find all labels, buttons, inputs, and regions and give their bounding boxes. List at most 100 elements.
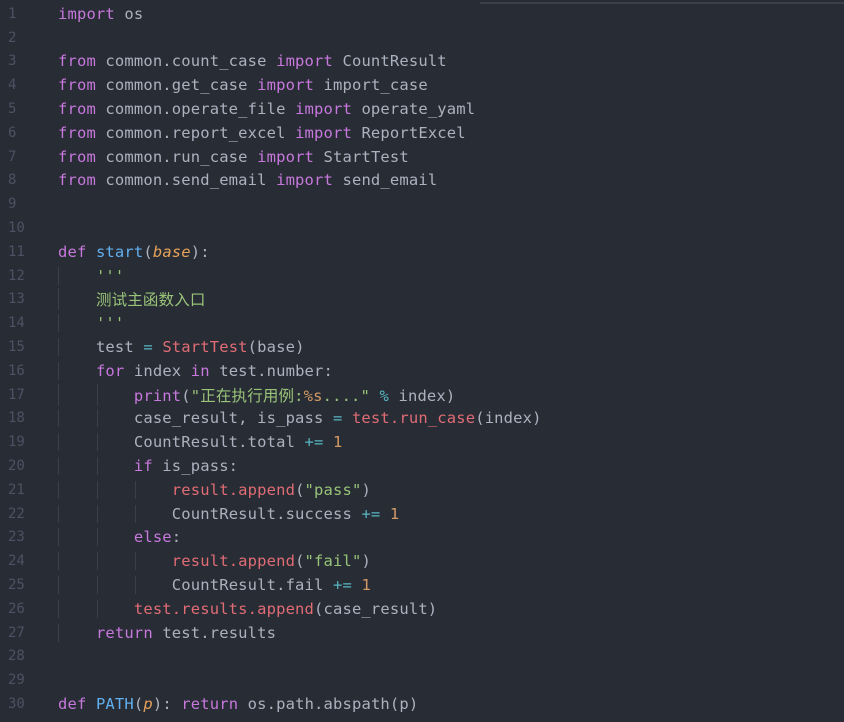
code-line[interactable]: 6 from common.report_excel import ReportE… [0,121,844,145]
code-token: operate_yaml [351,100,476,119]
indent-guide [96,599,98,618]
indent-guide [96,457,98,476]
code-text: CountResult.fail += 1 [42,576,371,595]
code-token: import [276,171,333,190]
code-token: return [181,695,239,714]
code-token: is_pass: [152,457,239,476]
code-token: CountResult.fail [171,576,333,595]
code-token: ''' [95,266,125,285]
code-line[interactable]: 11 def start(base): [0,240,844,264]
code-token: else [133,528,172,547]
code-line[interactable]: 24 result.append("fail") [0,549,844,573]
code-text: import os [42,5,143,23]
code-line[interactable]: 8 from common.send_email import send_emai… [0,169,844,193]
code-line[interactable]: 9 [0,192,844,216]
code-line[interactable]: 14 ''' [0,311,844,335]
code-line[interactable]: 5 from common.operate_file import operate… [0,97,844,121]
code-token: result.append [171,480,296,499]
code-text: ''' [42,314,125,333]
code-text: from common.count_case import CountResul… [42,52,447,70]
code-line[interactable]: 12 ''' [0,264,844,288]
indent-guide [58,433,59,452]
code-token: += [333,576,352,595]
code-token: from [58,147,96,166]
code-token: ( [295,480,305,499]
code-token: += [304,433,324,452]
code-line[interactable]: 10 [0,216,844,240]
indent-guide [96,409,98,428]
indent-guide [96,576,98,595]
code-token: from [58,123,96,142]
code-line[interactable]: 3 from common.count_case import CountResu… [0,50,844,74]
code-line[interactable]: 23 else: [0,526,844,550]
line-number: 17 [8,386,25,403]
code-line[interactable]: 27 return test.results [0,621,844,645]
code-token: ( [181,386,191,405]
code-line[interactable]: 20 if is_pass: [0,454,844,478]
code-token: start [95,242,144,261]
code-token: ) [361,480,371,499]
indent-guide [96,383,98,406]
code-token: ...." [322,386,371,405]
code-token: ( [133,695,144,714]
code-token: os.path.abspath(p) [238,695,419,714]
code-token: CountResult.success [171,504,362,523]
code-token: ''' [95,314,125,333]
code-token: = [143,338,153,357]
code-line[interactable]: 1 import os [0,2,844,26]
code-line[interactable]: 26 test.results.append(case_result) [0,597,844,621]
code-token: 1 [361,576,371,595]
code-text: return test.results [42,623,276,642]
indent-guide [58,623,59,642]
code-text: test.results.append(case_result) [42,599,437,618]
line-number: 11 [8,243,25,260]
line-number: 2 [8,29,17,46]
code-line[interactable]: 28 [0,645,844,669]
code-token: common.send_email [95,171,277,190]
code-token: case_result, is_pass [133,409,333,428]
code-line[interactable]: 30 def PATH(p): return os.path.abspath(p) [0,692,844,716]
code-token: common.get_case [95,76,258,95]
code-line[interactable]: 7 from common.run_case import StartTest [0,145,844,169]
code-text: for index in test.number: [42,361,333,380]
code-line[interactable]: 19 CountResult.total += 1 [0,430,844,454]
code-token: PATH [95,695,134,714]
code-text: else: [42,528,181,547]
indent-guide [96,504,98,523]
line-number: 30 [8,696,25,713]
code-editor[interactable]: 1 import os 2 3 from common.count_case impor… [0,2,844,722]
code-line[interactable]: 16 for index in test.number: [0,359,844,383]
indent-guide [58,504,59,523]
indent-guide [58,361,59,380]
code-line[interactable]: 15 test = StartTest(base) [0,335,844,359]
code-line[interactable]: 2 [0,26,844,50]
indent-guide [135,576,137,595]
code-line[interactable]: 22 CountResult.success += 1 [0,502,844,526]
code-token: common.count_case [95,52,277,71]
indent-guide [96,480,98,499]
code-token: ): [190,242,210,261]
code-token: from [58,52,96,71]
line-number: 29 [8,672,25,689]
code-token: %s [303,386,323,405]
line-number: 7 [8,148,17,165]
code-token: StartTest [314,147,409,166]
indent-guide [96,433,98,452]
code-token: import [58,4,115,23]
code-text: if is_pass: [42,457,239,476]
code-line[interactable]: 4 from common.get_case import import_case [0,73,844,97]
code-token: from [58,171,96,190]
line-number: 19 [8,434,25,451]
code-line[interactable]: 29 [0,668,844,692]
indent-guide [96,528,98,547]
code-line[interactable]: 17 print("正在执行用例:%s...." % index) [0,383,844,407]
code-line[interactable]: 18 case_result, is_pass = test.run_case(… [0,407,844,431]
code-line[interactable]: 13 测试主函数入口 [0,288,844,312]
indent-guide [96,552,98,571]
code-text: CountResult.total += 1 [42,433,342,452]
line-number: 5 [8,101,17,118]
code-line[interactable]: 21 result.append("pass") [0,478,844,502]
code-line[interactable]: 25 CountResult.fail += 1 [0,573,844,597]
